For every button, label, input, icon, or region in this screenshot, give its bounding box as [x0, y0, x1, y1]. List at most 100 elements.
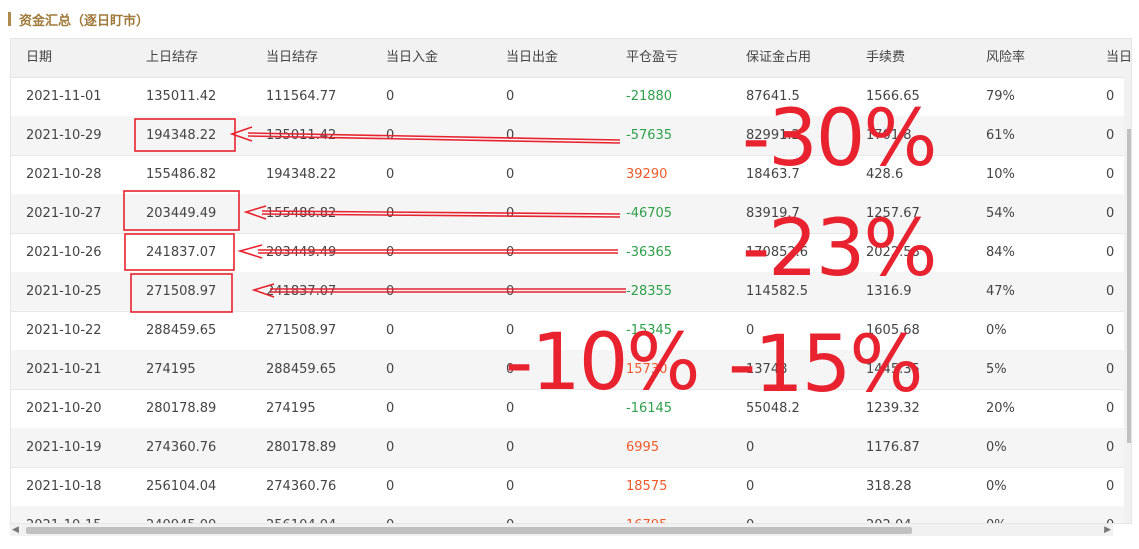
header-curr-balance[interactable]: 当日结存: [266, 39, 318, 77]
cell-prev-balance: 271508.97: [146, 284, 217, 299]
cell-date: 2021-10-19: [26, 440, 102, 455]
cell-prev-balance: 256104.04: [146, 479, 217, 494]
header-risk[interactable]: 风险率: [986, 39, 1025, 77]
cell-fee: 1445.35: [866, 362, 920, 377]
table-row[interactable]: 2021-10-28 155486.82 194348.22 0 0 39290 18463…: [11, 155, 1131, 195]
cell-fee: 2022.58: [866, 245, 920, 260]
cell-curr-balance: 288459.65: [266, 362, 337, 377]
table-row[interactable]: 2021-10-19 274360.76 280178.89 0 0 6995 0 1176.…: [11, 428, 1131, 468]
section-title: 资金汇总（逐日盯市）: [8, 8, 149, 30]
cell-extra: 0: [1106, 506, 1114, 523]
cell-fee: 428.6: [866, 167, 904, 182]
horizontal-scrollbar[interactable]: ◀ ▶: [10, 524, 1113, 536]
section-title-text: 资金汇总（逐日盯市）: [19, 13, 150, 29]
cell-extra: 0: [1106, 401, 1115, 416]
table-row[interactable]: 2021-10-18 256104.04 274360.76 0 0 18575 0 318.…: [11, 467, 1131, 507]
cell-prev-balance: 155486.82: [146, 167, 217, 182]
cell-risk: 54%: [986, 206, 1015, 221]
cell-risk: 20%: [986, 401, 1015, 416]
cell-close-pnl: 39290: [626, 167, 668, 182]
table-row[interactable]: 2021-10-25 271508.97 241837.07 0 0 -28355 1145…: [11, 272, 1131, 312]
cell-date: 2021-10-25: [26, 284, 102, 299]
cell-extra: 0: [1106, 167, 1115, 182]
cell-risk: 84%: [986, 245, 1015, 260]
cell-close-pnl: -16145: [626, 401, 673, 416]
cell-deposit: 0: [386, 401, 395, 416]
cell-withdrawal: 0: [506, 128, 515, 143]
table-row[interactable]: 2021-10-21 274195 288459.65 0 0 15730 13748 144…: [11, 350, 1131, 390]
cell-curr-balance: 256104.04: [266, 506, 336, 523]
cell-date: 2021-10-20: [26, 401, 102, 416]
cell-date: 2021-10-18: [26, 479, 102, 494]
cell-withdrawal: 0: [506, 506, 514, 523]
cell-fee: 1316.9: [866, 284, 912, 299]
cell-margin: 87641.5: [746, 89, 800, 104]
header-deposit[interactable]: 当日入金: [386, 39, 438, 77]
cell-deposit: 0: [386, 167, 395, 182]
cell-deposit: 0: [386, 323, 395, 338]
vertical-scroll-thumb[interactable]: [1127, 129, 1131, 443]
cell-prev-balance: 203449.49: [146, 206, 217, 221]
table-header: 日期 上日结存 当日结存 当日入金 当日出金 平仓盈亏 保证金占用 手续费 风险…: [11, 39, 1131, 78]
cell-margin: 0: [746, 479, 755, 494]
cell-deposit: 0: [386, 89, 395, 104]
cell-curr-balance: 274360.76: [266, 479, 337, 494]
header-extra[interactable]: 当日: [1106, 39, 1131, 77]
scroll-right-icon[interactable]: ▶: [1104, 525, 1111, 535]
cell-withdrawal: 0: [506, 401, 515, 416]
header-withdrawal[interactable]: 当日出金: [506, 39, 558, 77]
cell-deposit: 0: [386, 506, 394, 523]
cell-close-pnl: -28355: [626, 284, 673, 299]
funds-summary-table: 日期 上日结存 当日结存 当日入金 当日出金 平仓盈亏 保证金占用 手续费 风险…: [10, 38, 1132, 524]
cell-fee: 1701.8: [866, 128, 912, 143]
header-margin[interactable]: 保证金占用: [746, 39, 811, 77]
cell-deposit: 0: [386, 362, 395, 377]
table-row[interactable]: 2021-10-22 288459.65 271508.97 0 0 -15345 0 160…: [11, 311, 1131, 351]
table-row[interactable]: 2021-11-01 135011.42 111564.77 0 0 -21880 8764…: [11, 77, 1131, 117]
cell-close-pnl: 16795: [626, 506, 667, 523]
cell-curr-balance: 155486.82: [266, 206, 337, 221]
cell-close-pnl: 6995: [626, 440, 660, 455]
cell-margin: 18463.7: [746, 167, 800, 182]
cell-risk: 47%: [986, 284, 1015, 299]
header-fee[interactable]: 手续费: [866, 39, 905, 77]
table-row[interactable]: 2021-10-27 203449.49 155486.82 0 0 -46705 8391…: [11, 194, 1131, 234]
cell-extra: 0: [1106, 128, 1115, 143]
cell-deposit: 0: [386, 284, 395, 299]
cell-margin: 114582.5: [746, 284, 809, 299]
table-row[interactable]: 2021-10-20 280178.89 274195 0 0 -16145 55048.2…: [11, 389, 1131, 429]
cell-risk: 5%: [986, 362, 1007, 377]
vertical-scrollbar[interactable]: [1124, 77, 1131, 523]
table-row[interactable]: 2021-10-15 240945.00 256104.04 0 0 16795 0 202.…: [11, 506, 1131, 523]
cell-deposit: 0: [386, 479, 395, 494]
table-row[interactable]: 2021-10-26 241837.07 203449.49 0 0 -36365 1708…: [11, 233, 1131, 273]
cell-margin: 55048.2: [746, 401, 800, 416]
cell-withdrawal: 0: [506, 362, 515, 377]
cell-close-pnl: -36365: [626, 245, 673, 260]
cell-risk: 79%: [986, 89, 1015, 104]
scroll-left-icon[interactable]: ◀: [12, 525, 19, 535]
header-prev-balance[interactable]: 上日结存: [146, 39, 198, 77]
cell-withdrawal: 0: [506, 89, 515, 104]
cell-withdrawal: 0: [506, 479, 515, 494]
table-row[interactable]: 2021-10-29 194348.22 135011.42 0 0 -57635 8299…: [11, 116, 1131, 156]
cell-deposit: 0: [386, 206, 395, 221]
cell-fee: 202.04: [866, 506, 912, 523]
cell-curr-balance: 271508.97: [266, 323, 337, 338]
cell-curr-balance: 194348.22: [266, 167, 337, 182]
cell-curr-balance: 135011.42: [266, 128, 337, 143]
header-date[interactable]: 日期: [26, 39, 52, 77]
horizontal-scroll-thumb[interactable]: [26, 527, 912, 534]
cell-fee: 318.28: [866, 479, 912, 494]
cell-date: 2021-10-27: [26, 206, 102, 221]
cell-extra: 0: [1106, 323, 1115, 338]
cell-risk: 0%: [986, 323, 1007, 338]
cell-prev-balance: 241837.07: [146, 245, 217, 260]
cell-fee: 1566.65: [866, 89, 920, 104]
cell-curr-balance: 280178.89: [266, 440, 337, 455]
cell-margin: 170852.6: [746, 245, 809, 260]
cell-margin: 0: [746, 506, 754, 523]
header-close-pnl[interactable]: 平仓盈亏: [626, 39, 678, 77]
cell-withdrawal: 0: [506, 440, 515, 455]
cell-curr-balance: 274195: [266, 401, 316, 416]
